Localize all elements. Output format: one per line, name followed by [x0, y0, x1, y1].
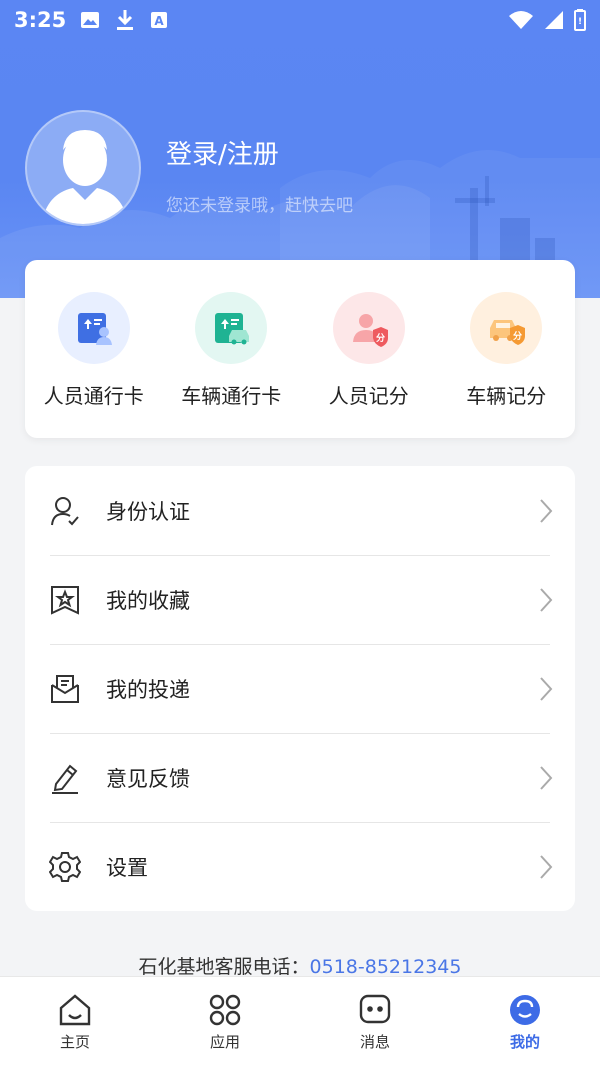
user-avatar[interactable]	[25, 110, 141, 226]
battery-icon: !	[574, 9, 586, 31]
tab-label: 我的	[509, 1033, 540, 1051]
menu-item-favorites[interactable]: 我的收藏	[25, 555, 575, 644]
quick-icon-container: 分	[332, 292, 405, 364]
svg-text:!: !	[578, 17, 582, 27]
status-time: 3:25	[14, 8, 67, 32]
identity-verify-icon	[49, 495, 81, 527]
favorites-star-icon	[49, 584, 81, 616]
tab-messages[interactable]: 消息	[300, 977, 450, 1066]
wifi-icon	[509, 11, 533, 29]
person-pass-card-icon	[77, 313, 112, 345]
feedback-edit-icon	[49, 762, 81, 794]
login-register-link[interactable]: 登录/注册	[166, 134, 279, 171]
image-icon	[81, 12, 99, 28]
profile-icon	[510, 995, 540, 1025]
hotline-label: 石化基地客服电话：	[138, 956, 310, 978]
menu-item-identity-verify[interactable]: 身份认证	[25, 466, 575, 555]
hotline-phone-link[interactable]: 0518-85212345	[310, 956, 462, 978]
download-icon	[117, 10, 133, 30]
svg-text:A: A	[154, 14, 164, 28]
menu-item-feedback[interactable]: 意见反馈	[25, 733, 575, 822]
chevron-right-icon	[540, 498, 553, 523]
chevron-right-icon	[540, 765, 553, 790]
quick-action-label: 车辆记分	[466, 384, 547, 408]
menu-item-settings[interactable]: 设置	[25, 822, 575, 911]
tab-home[interactable]: 主页	[0, 977, 150, 1066]
person-score-icon: 分	[352, 314, 388, 347]
tab-apps[interactable]: 应用	[150, 977, 300, 1066]
login-hint-text: 您还未登录哦，赶快去吧	[166, 196, 353, 216]
quick-action-person-pass[interactable]: 人员通行卡	[25, 260, 163, 438]
quick-icon-container	[195, 292, 268, 364]
quick-action-person-score[interactable]: 分 人员记分	[300, 260, 438, 438]
default-avatar-icon	[41, 130, 129, 224]
chevron-right-icon	[540, 854, 553, 879]
quick-actions-card: 人员通行卡 车辆通行卡 分 人员记分 分 车辆记分	[25, 260, 575, 438]
tab-profile[interactable]: 我的	[450, 977, 600, 1066]
text-a-icon: A	[151, 12, 167, 28]
menu-item-label: 身份认证	[106, 499, 190, 524]
vehicle-pass-card-icon	[215, 313, 250, 345]
chevron-right-icon	[540, 587, 553, 612]
vehicle-score-icon: 分	[490, 320, 526, 345]
quick-action-label: 车辆通行卡	[181, 384, 282, 408]
menu-item-label: 我的投递	[106, 677, 190, 702]
quick-icon-container	[57, 292, 130, 364]
menu-item-delivery[interactable]: 我的投递	[25, 644, 575, 733]
profile-header: 3:25 A ! 登录/注册 您还未登录哦，赶快去吧	[0, 0, 600, 298]
menu-item-label: 我的收藏	[106, 588, 190, 613]
home-icon	[59, 994, 91, 1026]
status-bar: 3:25 A !	[0, 0, 600, 40]
svg-text:分: 分	[513, 330, 522, 342]
tab-label: 主页	[59, 1033, 90, 1051]
quick-icon-container: 分	[470, 292, 543, 364]
signal-icon	[545, 11, 563, 29]
message-icon	[359, 994, 391, 1024]
delivery-mail-icon	[49, 673, 81, 705]
apps-icon	[209, 994, 241, 1026]
quick-action-vehicle-pass[interactable]: 车辆通行卡	[163, 260, 301, 438]
menu-item-label: 设置	[106, 855, 148, 880]
quick-action-label: 人员记分	[328, 384, 409, 408]
chevron-right-icon	[540, 676, 553, 701]
settings-gear-icon	[49, 851, 81, 883]
service-hotline: 石化基地客服电话：0518-85212345	[0, 952, 600, 979]
quick-action-vehicle-score[interactable]: 分 车辆记分	[438, 260, 576, 438]
menu-card: 身份认证 我的收藏 我的投递 意见反馈 设置	[25, 466, 575, 911]
bottom-tab-bar: 主页 应用 消息 我的	[0, 976, 600, 1066]
tab-label: 应用	[209, 1033, 240, 1051]
tab-label: 消息	[359, 1033, 390, 1051]
svg-text:分: 分	[376, 332, 385, 344]
quick-action-label: 人员通行卡	[43, 384, 144, 408]
menu-item-label: 意见反馈	[106, 766, 190, 791]
